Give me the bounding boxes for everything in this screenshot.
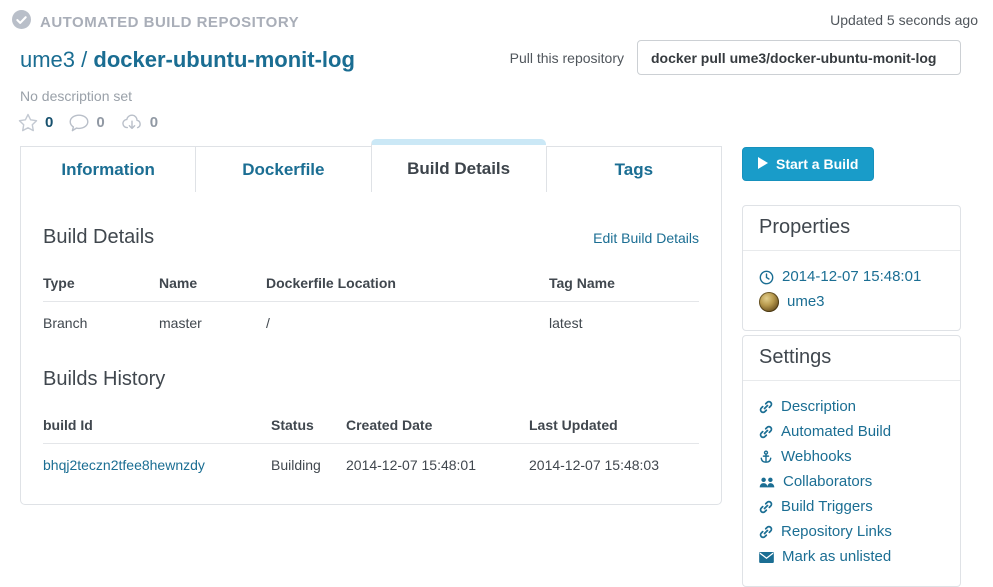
settings-item-repository-links[interactable]: Repository Links [759, 521, 944, 543]
build-details-heading: Build Details [43, 226, 155, 248]
settings-item-automated-build[interactable]: Automated Build [759, 421, 944, 443]
settings-item-label: Repository Links [781, 523, 892, 540]
owner-avatar [759, 292, 779, 312]
build-id-link[interactable]: bhqj2teczn2tfee8hewnzdy [43, 457, 271, 473]
settings-item-description[interactable]: Description [759, 396, 944, 418]
settings-item-label: Webhooks [781, 448, 852, 465]
settings-item-label: Collaborators [783, 473, 873, 490]
settings-item-build-triggers[interactable]: Build Triggers [759, 496, 944, 518]
column-header-status: Status [271, 417, 314, 433]
cell-created-date: 2014-12-07 15:48:01 [346, 457, 476, 473]
repo-stats: 0 0 0 [18, 113, 355, 132]
tab-information[interactable]: Information [20, 146, 196, 192]
repo-header: AUTOMATED BUILD REPOSITORY ume3 / docker… [12, 10, 355, 132]
automated-build-check-icon [12, 10, 31, 34]
settings-item-label: Automated Build [781, 423, 892, 440]
cell-name: master [159, 315, 202, 331]
cell-dockerfile-location: / [266, 315, 270, 331]
column-header-type: Type [43, 275, 75, 291]
cell-tag-name: latest [549, 315, 583, 331]
build-details-table: Type Name Dockerfile Location Tag Name B… [43, 275, 699, 344]
users-icon [759, 476, 775, 489]
settings-panel: Settings Description Automated Build Web… [742, 335, 961, 587]
settings-item-webhooks[interactable]: Webhooks [759, 446, 944, 468]
column-header-name: Name [159, 275, 198, 291]
envelope-icon [759, 551, 774, 563]
builds-history-heading: Builds History [43, 368, 166, 390]
repo-type-badge: AUTOMATED BUILD REPOSITORY [40, 13, 300, 31]
created-timestamp: 2014-12-07 15:48:01 [782, 268, 922, 285]
page-title: ume3 / docker-ubuntu-monit-log [20, 47, 355, 73]
cell-status: Building [271, 457, 321, 473]
clock-icon [759, 270, 774, 285]
anchor-icon [759, 450, 773, 464]
settings-heading: Settings [743, 336, 960, 381]
comment-count: 0 [96, 114, 105, 131]
link-icon [759, 500, 773, 514]
tab-bar: Information Dockerfile Build Details Tag… [20, 139, 722, 192]
edit-build-details-link[interactable]: Edit Build Details [593, 230, 699, 246]
build-details-panel: Build Details Edit Build Details Type Na… [20, 191, 722, 505]
last-updated-text: Updated 5 seconds ago [830, 12, 978, 28]
repo-description: No description set [20, 88, 133, 104]
column-header-build-id: build Id [43, 417, 93, 433]
play-icon [758, 156, 768, 172]
cell-last-updated: 2014-12-07 15:48:03 [529, 457, 659, 473]
settings-item-collaborators[interactable]: Collaborators [759, 471, 944, 493]
column-header-tag-name: Tag Name [549, 275, 615, 291]
link-icon [759, 400, 773, 414]
link-icon [759, 425, 773, 439]
properties-heading: Properties [743, 206, 960, 251]
comment-icon [69, 114, 89, 132]
settings-item-label: Build Triggers [781, 498, 873, 515]
owner-link[interactable]: ume3 [787, 291, 825, 313]
pull-repo-label: Pull this repository [509, 49, 624, 66]
link-icon [759, 525, 773, 539]
star-icon [18, 113, 38, 132]
tab-tags[interactable]: Tags [545, 146, 722, 192]
settings-item-mark-as-unlisted[interactable]: Mark as unlisted [759, 546, 944, 568]
start-build-label: Start a Build [776, 156, 859, 172]
namespace-link[interactable]: ume3 / [20, 47, 87, 72]
table-row: bhqj2teczn2tfee8hewnzdy Building 2014-12… [43, 444, 699, 486]
cell-type: Branch [43, 315, 88, 331]
download-cloud-icon [121, 113, 143, 132]
table-row: Branch master / latest [43, 302, 699, 344]
properties-panel: Properties 2014-12-07 15:48:01 ume3 [742, 205, 961, 331]
column-header-dockerfile-location: Dockerfile Location [266, 275, 396, 291]
start-build-button[interactable]: Start a Build [742, 147, 875, 181]
tab-build-details[interactable]: Build Details [370, 139, 546, 192]
column-header-last-updated: Last Updated [529, 417, 618, 433]
pull-count: 0 [149, 114, 159, 131]
repo-name: docker-ubuntu-monit-log [93, 47, 355, 72]
settings-item-label: Mark as unlisted [782, 548, 892, 565]
pull-command-input[interactable] [637, 40, 961, 75]
settings-item-label: Description [781, 398, 857, 415]
column-header-created-date: Created Date [346, 417, 433, 433]
builds-history-table: build Id Status Created Date Last Update… [43, 417, 699, 486]
star-count: 0 [45, 114, 54, 131]
tab-dockerfile[interactable]: Dockerfile [195, 146, 371, 192]
